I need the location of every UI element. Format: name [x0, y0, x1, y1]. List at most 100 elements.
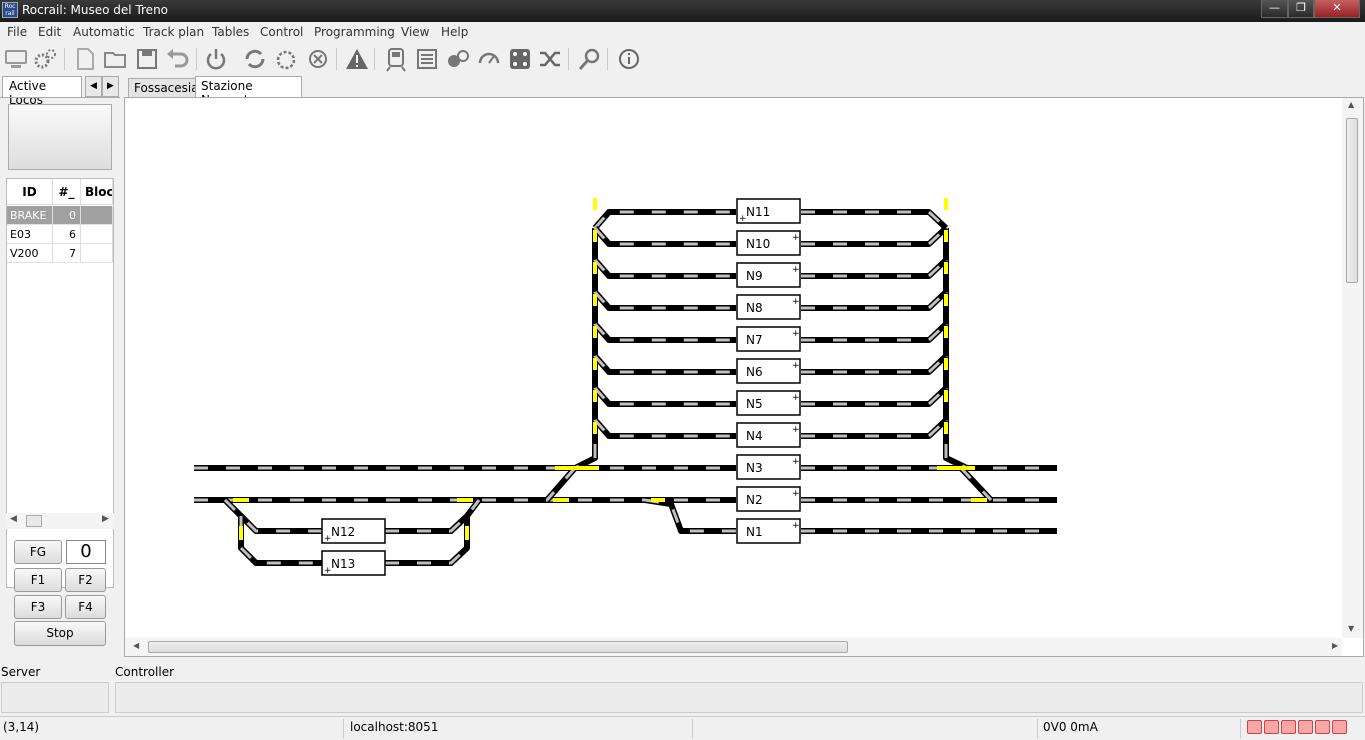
- column-header-addr[interactable]: #_: [53, 179, 81, 205]
- save-icon[interactable]: [134, 46, 160, 72]
- tab-stazione-nascosta[interactable]: Stazione Nascosta: [195, 76, 302, 107]
- toolbar-separator: [607, 48, 608, 70]
- tab-fossacesia[interactable]: Fossacesia: [128, 78, 199, 97]
- block-label: N6: [746, 365, 763, 379]
- scroll-up-icon[interactable]: ▲: [1348, 100, 1354, 109]
- menu-automatic[interactable]: Automatic: [73, 25, 135, 39]
- maximize-button[interactable]: ❐: [1288, 0, 1314, 18]
- plan-tabs: Fossacesia Stazione Nascosta: [124, 76, 1365, 107]
- fg-button[interactable]: FG: [14, 540, 62, 564]
- menu-control[interactable]: Control: [260, 25, 303, 39]
- switch-icon[interactable]: [445, 46, 471, 72]
- menu-view[interactable]: View: [401, 25, 429, 39]
- table-hscrollbar[interactable]: ◀ ▶: [6, 513, 114, 529]
- block-plus-icon: +: [792, 233, 800, 243]
- status-led: [1281, 720, 1296, 734]
- stop-circle-icon[interactable]: [305, 46, 331, 72]
- f2-button[interactable]: F2: [65, 568, 106, 592]
- menu-bar: File Edit Automatic Track plan Tables Co…: [0, 22, 1365, 42]
- menu-help[interactable]: Help: [441, 25, 468, 39]
- status-led: [1315, 720, 1330, 734]
- toolbar-separator: [336, 48, 337, 70]
- open-folder-icon[interactable]: [102, 46, 128, 72]
- loco-address: 7: [53, 244, 81, 263]
- close-button[interactable]: ✕: [1314, 0, 1360, 18]
- f3-button[interactable]: F3: [14, 595, 62, 619]
- horizontal-scroll-thumb[interactable]: [148, 641, 848, 653]
- loco-image: [8, 104, 112, 170]
- block-label: N11: [746, 205, 770, 219]
- menu-file[interactable]: File: [7, 25, 27, 39]
- scroll-left-icon[interactable]: ◀: [10, 514, 17, 524]
- status-bar: (3,14) localhost:8051 0V0 0mA: [0, 716, 1365, 740]
- server-log[interactable]: [1, 682, 109, 713]
- locomotive-icon[interactable]: [383, 46, 409, 72]
- warning-icon[interactable]: [344, 46, 370, 72]
- column-header-id[interactable]: ID: [7, 179, 53, 205]
- table-row[interactable]: BRAKE 0: [7, 206, 113, 225]
- tab-active-locos[interactable]: Active Locos: [2, 76, 82, 107]
- menu-edit[interactable]: Edit: [38, 25, 61, 39]
- new-file-icon[interactable]: [72, 46, 98, 72]
- search-icon[interactable]: [577, 46, 603, 72]
- gauge-icon[interactable]: [476, 46, 502, 72]
- stop-button[interactable]: Stop: [14, 621, 106, 646]
- power-icon[interactable]: [203, 46, 229, 72]
- tab-scroll-left-icon[interactable]: ◀: [85, 76, 102, 97]
- track-n13-right: [385, 516, 470, 566]
- gear-icon[interactable]: [32, 46, 58, 72]
- auto-cycle-icon[interactable]: [242, 46, 268, 72]
- loco-block: [81, 206, 113, 225]
- minimize-button[interactable]: —: [1261, 0, 1288, 18]
- table-row[interactable]: V200 7: [7, 244, 113, 263]
- track-row-right: [801, 289, 949, 311]
- block-label: N8: [746, 301, 763, 315]
- status-coordinates: (3,14): [3, 720, 40, 734]
- route-grid-icon[interactable]: [507, 46, 533, 72]
- track-row-left: [592, 354, 736, 375]
- block-label: N3: [746, 461, 763, 475]
- track-plan-canvas[interactable]: N11 + N10 + N9 + N8 + N7 + N6 + N5 + N4 + N3 + N2 + N1 + N12 + N…: [124, 97, 1364, 657]
- loco-address: 6: [53, 225, 81, 244]
- scroll-thumb[interactable]: [26, 515, 42, 527]
- scroll-left-icon[interactable]: ◀: [133, 641, 139, 650]
- loco-id: E03: [7, 225, 53, 244]
- scroll-right-icon[interactable]: ▶: [1332, 641, 1338, 650]
- track-plan-drawing[interactable]: N11+N10 +N9 +N8 +N7 +N6 +N5 +N4 +N3 +N2 +N1 +N12+N…: [125, 98, 1341, 638]
- scroll-right-icon[interactable]: ▶: [102, 514, 109, 524]
- block-label: N4: [746, 429, 763, 443]
- vertical-scrollbar[interactable]: ▲ ▼: [1342, 98, 1363, 638]
- toolbar-separator: [568, 48, 569, 70]
- toolbar-separator: [64, 48, 65, 70]
- scroll-down-icon[interactable]: ▼: [1348, 624, 1354, 633]
- track-row-left: [592, 226, 736, 247]
- track-n11-left: [592, 209, 736, 230]
- f1-button[interactable]: F1: [14, 568, 62, 592]
- menu-programming[interactable]: Programming: [314, 25, 395, 39]
- block-label: N9: [746, 269, 763, 283]
- toolbar-separator: [374, 48, 375, 70]
- menu-track-plan[interactable]: Track plan: [143, 25, 204, 39]
- server-label: Server: [1, 665, 41, 679]
- vertical-scroll-thumb[interactable]: [1346, 118, 1358, 283]
- menu-tables[interactable]: Tables: [212, 25, 249, 39]
- connect-icon[interactable]: [3, 46, 29, 72]
- undo-icon[interactable]: [164, 46, 190, 72]
- horizontal-scrollbar[interactable]: ◀ ▶: [125, 638, 1342, 656]
- list-settings-icon[interactable]: [414, 46, 440, 72]
- tab-scroll-right-icon[interactable]: ▶: [102, 76, 119, 97]
- track-row-right: [801, 257, 949, 279]
- table-row[interactable]: E03 6: [7, 225, 113, 244]
- block-plus-icon: +: [792, 265, 800, 275]
- dashed-cycle-icon[interactable]: [273, 46, 299, 72]
- shuffle-icon[interactable]: [537, 46, 563, 72]
- block-plus-icon: +: [792, 329, 800, 339]
- block-plus-icon: +: [739, 214, 747, 224]
- info-icon[interactable]: [616, 46, 642, 72]
- block-label: N7: [746, 333, 763, 347]
- track-row-right: [801, 321, 949, 343]
- status-led: [1247, 720, 1262, 734]
- column-header-block[interactable]: Block: [81, 179, 113, 205]
- controller-log[interactable]: [115, 682, 1363, 713]
- f4-button[interactable]: F4: [65, 595, 106, 619]
